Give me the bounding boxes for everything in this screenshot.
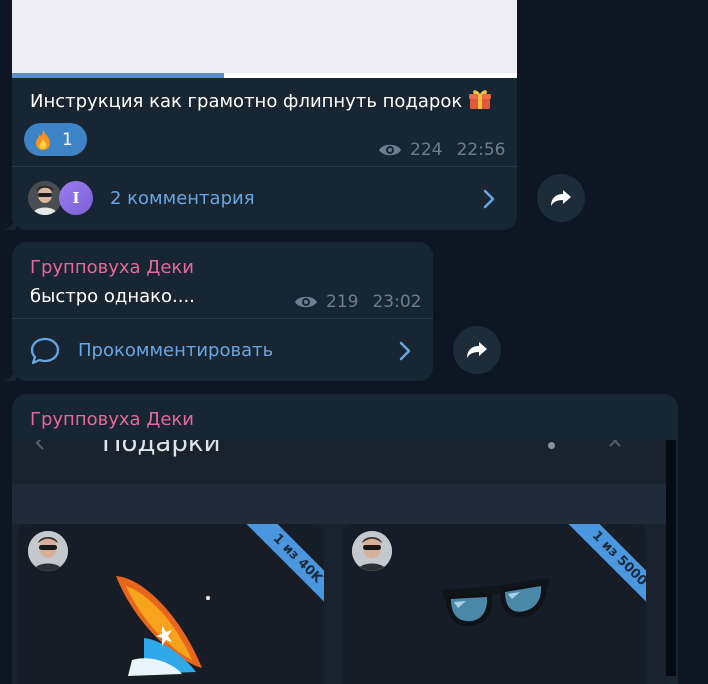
views-eye-icon xyxy=(295,296,317,308)
post-caption: Инструкция как грамотно флипнуть подарок xyxy=(30,88,492,115)
person-photo-icon xyxy=(28,531,68,571)
chevron-right-icon[interactable] xyxy=(483,189,495,209)
share-arrow-icon xyxy=(551,190,571,206)
bubble-tail xyxy=(4,218,16,230)
screenshot-title: Подарки xyxy=(102,440,221,458)
attached-screenshot[interactable]: Подарки 1 из 40K 1 из 5000 xyxy=(12,440,666,684)
chat-message-image: Групповуха Деки Подарки 1 из 40K 1 из 50… xyxy=(12,394,678,684)
gift-owner-avatar xyxy=(28,531,68,571)
screenshot-band xyxy=(12,484,666,524)
video-preview[interactable] xyxy=(12,0,517,78)
comment-bubble-icon xyxy=(30,337,60,365)
comments-divider xyxy=(12,318,433,319)
video-progress-fill xyxy=(12,73,225,78)
person-photo-icon xyxy=(352,531,392,571)
comments-link[interactable]: 2 комментария xyxy=(110,188,255,209)
person-photo-icon xyxy=(28,181,62,215)
fire-emoji-icon xyxy=(36,129,50,150)
reaction-count: 1 xyxy=(62,129,73,150)
post-meta: 224 22:56 xyxy=(378,140,505,160)
sunglasses-gift-icon xyxy=(442,578,550,627)
message-meta: 219 23:02 xyxy=(294,292,421,312)
views-count: 219 xyxy=(326,292,359,312)
share-button[interactable] xyxy=(537,174,585,222)
post-caption-text: Инструкция как грамотно флипнуть подарок xyxy=(30,91,463,112)
bubble-tail xyxy=(4,369,16,381)
message-text: быстро однако.... xyxy=(30,286,195,307)
post-time: 22:56 xyxy=(456,140,506,160)
sender-name[interactable]: Групповуха Деки xyxy=(30,409,194,430)
views-eye-icon xyxy=(379,144,401,156)
screenshot-header: Подарки xyxy=(12,440,666,484)
gift-ribbon: 1 из 5000 xyxy=(558,524,646,620)
share-arrow-icon xyxy=(467,342,487,358)
back-arrow-icon xyxy=(35,440,44,450)
comments-divider xyxy=(12,166,517,167)
channel-post-video: Инструкция как грамотно флипнуть подарок… xyxy=(12,0,517,230)
chat-message: Групповуха Деки быстро однако.... 219 23… xyxy=(12,242,433,381)
video-progress-bar[interactable] xyxy=(12,73,517,78)
sender-name[interactable]: Групповуха Деки xyxy=(30,257,194,278)
gift-card: 1 из 40K xyxy=(18,524,324,684)
menu-dot-icon xyxy=(548,442,555,449)
views-count: 224 xyxy=(410,140,443,160)
scroll-edge xyxy=(666,440,676,676)
gift-owner-avatar xyxy=(352,531,392,571)
gift-emoji-icon xyxy=(469,90,492,109)
comment-link[interactable]: Прокомментировать xyxy=(78,340,273,361)
chevron-right-icon[interactable] xyxy=(399,341,411,361)
gift-card: 1 из 5000 xyxy=(342,524,646,684)
commenter-avatar-photo xyxy=(28,181,62,215)
message-time: 23:02 xyxy=(372,292,422,312)
gift-ribbon: 1 из 40K xyxy=(236,524,324,620)
commenter-avatar-letter: I xyxy=(59,181,93,215)
reaction-fire-button[interactable]: 1 xyxy=(24,123,87,156)
share-button[interactable] xyxy=(453,326,501,374)
surfboard-gift-icon xyxy=(116,576,210,676)
close-icon xyxy=(609,440,621,447)
